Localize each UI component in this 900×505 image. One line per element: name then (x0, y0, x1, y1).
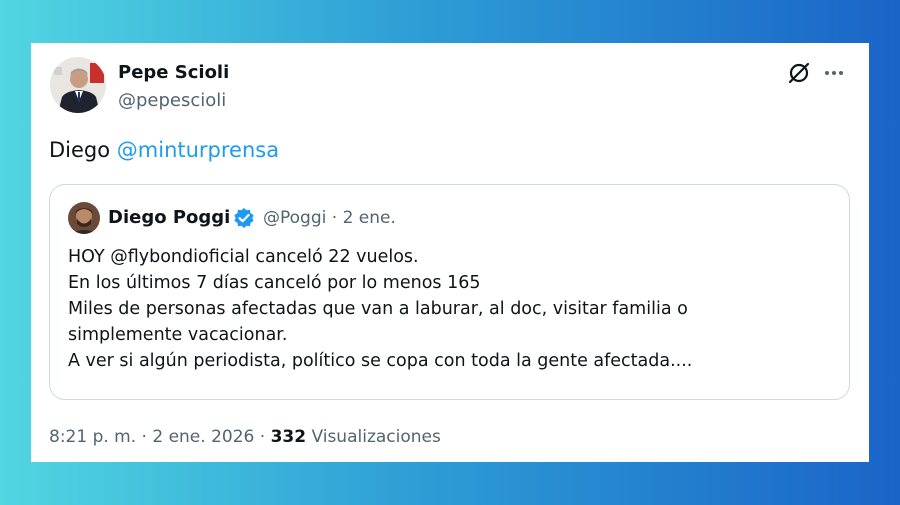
quoted-text-line: HOY @flybondioficial canceló 22 vuelos. (68, 247, 419, 267)
author-name[interactable]: Pepe Scioli (118, 62, 229, 83)
views-label: Visualizaciones (306, 427, 441, 447)
quoted-text-line: Miles de personas afectadas que van a la… (68, 299, 688, 319)
quoted-avatar[interactable] (68, 202, 100, 234)
more-icon[interactable] (824, 69, 844, 77)
avatar[interactable] (50, 57, 106, 113)
quoted-text-line: A ver si algún periodista, político se c… (68, 351, 693, 371)
quoted-text-line: En los últimos 7 días canceló por lo men… (68, 273, 481, 293)
verified-badge-icon (234, 208, 254, 228)
tweet-footer: 8:21 p. m. · 2 ene. 2026 · 332 Visualiza… (49, 427, 441, 447)
tweet-text-prefix: Diego (49, 138, 117, 162)
quoted-meta[interactable]: @Poggi · 2 ene. (263, 208, 396, 228)
views-count: 332 (270, 427, 307, 447)
quoted-text: HOY @flybondioficial canceló 22 vuelos. … (68, 244, 692, 374)
tweet-text: Diego @minturprensa (49, 138, 279, 162)
mention-link[interactable]: @minturprensa (117, 138, 279, 162)
timestamp[interactable]: 8:21 p. m. · 2 ene. 2026 · (49, 427, 271, 447)
quoted-author-name[interactable]: Diego Poggi (108, 207, 230, 228)
tweet-card: Pepe Scioli @pepescioli Diego @minturpre… (31, 43, 869, 462)
quoted-tweet[interactable]: Diego Poggi @Poggi · 2 ene. HOY @flybond… (49, 184, 850, 400)
grok-icon[interactable] (787, 61, 811, 85)
author-handle[interactable]: @pepescioli (118, 90, 226, 111)
quoted-text-line: simplemente vacacionar. (68, 325, 288, 345)
